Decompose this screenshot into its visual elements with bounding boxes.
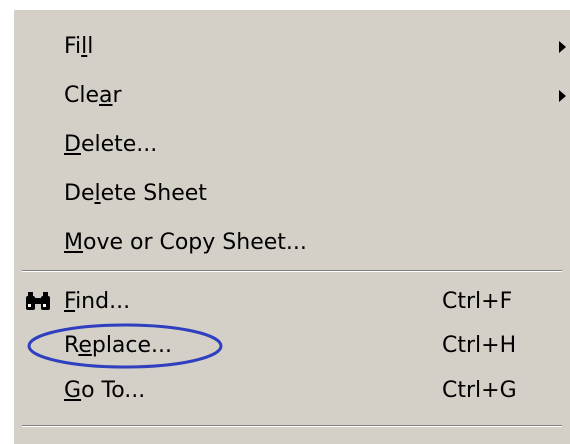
- menu-item-find[interactable]: Find... Ctrl+F: [14, 282, 570, 322]
- menu-item-replace-shortcut: Ctrl+H: [442, 333, 517, 358]
- edit-context-menu: Fill Clear Delete... Delete Sheet Move o…: [14, 10, 570, 444]
- menu-item-go-to-shortcut: Ctrl+G: [442, 378, 517, 403]
- menu-item-find-shortcut: Ctrl+F: [442, 289, 513, 314]
- menu-item-replace-label: Replace...: [64, 333, 173, 358]
- menu-item-fill[interactable]: Fill: [14, 27, 570, 67]
- menu-separator: [22, 425, 562, 427]
- menu-item-delete-sheet-label: Delete Sheet: [64, 181, 207, 206]
- menu-item-clear-label: Clear: [64, 83, 122, 108]
- menu-item-replace[interactable]: Replace... Ctrl+H: [14, 326, 570, 366]
- submenu-arrow-icon: [559, 90, 566, 102]
- menu-item-delete-sheet[interactable]: Delete Sheet: [14, 174, 570, 214]
- menu-separator: [22, 270, 562, 272]
- menu-item-delete-label: Delete...: [64, 132, 158, 157]
- menu-item-find-label: Find...: [64, 289, 131, 314]
- menu-item-fill-label: Fill: [64, 34, 94, 59]
- menu-item-go-to-label: Go To...: [64, 378, 146, 403]
- menu-item-clear[interactable]: Clear: [14, 76, 570, 116]
- menu-item-delete[interactable]: Delete...: [14, 125, 570, 165]
- menu-item-move-or-copy-sheet-label: Move or Copy Sheet...: [64, 230, 307, 255]
- binoculars-icon: [26, 292, 50, 310]
- menu-item-go-to[interactable]: Go To... Ctrl+G: [14, 371, 570, 411]
- submenu-arrow-icon: [559, 41, 566, 53]
- menu-item-move-or-copy-sheet[interactable]: Move or Copy Sheet...: [14, 223, 570, 263]
